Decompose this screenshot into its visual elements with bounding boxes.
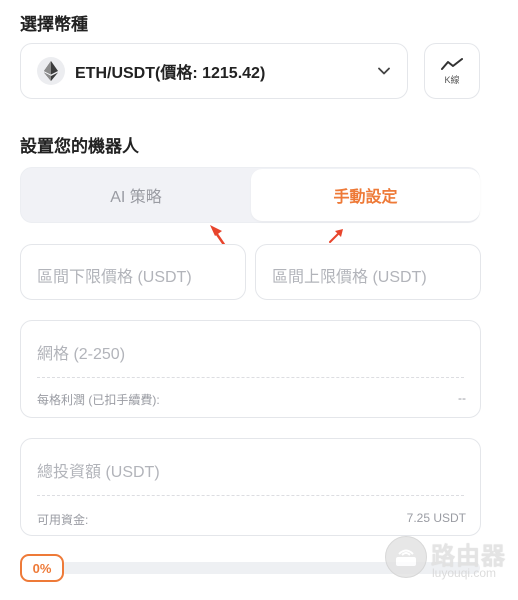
kline-button[interactable]: K線 [424,43,480,99]
available-funds-label: 可用資金: [37,513,89,527]
total-investment-placeholder: 總投資額 (USDT) [37,464,160,481]
upper-price-placeholder: 區間上限價格 (USDT) [272,269,427,286]
profit-per-grid-value: -- [458,391,466,405]
eth-icon [37,57,65,85]
grid-count-placeholder: 網格 (2-250) [37,346,126,363]
profit-per-grid-label: 每格利潤 (已扣手續費): [37,393,160,407]
lower-price-input[interactable]: 區間下限價格 (USDT) [20,244,246,300]
upper-price-input[interactable]: 區間上限價格 (USDT) [255,244,481,300]
grid-count-input[interactable]: 網格 (2-250) 每格利潤 (已扣手續費): -- [20,320,481,418]
available-funds-value: 7.25 USDT [406,511,466,525]
total-investment-input[interactable]: 總投資額 (USDT) 可用資金: 7.25 USDT [20,438,481,536]
tab-manual-setting[interactable]: 手動設定 [251,169,480,221]
strategy-tabs: AI 策略 手動設定 [20,167,480,223]
lower-price-placeholder: 區間下限價格 (USDT) [37,269,192,286]
chevron-down-icon [378,67,390,75]
annotation-arrow-small-icon [329,229,343,243]
divider [37,377,464,378]
router-icon [385,536,427,578]
line-chart-icon [441,57,463,70]
coin-select-dropdown[interactable]: ETH/USDT(價格: 1215.42) [20,43,408,99]
coin-section-title: 選擇幣種 [20,15,88,34]
allocation-percent-handle[interactable]: 0% [20,554,64,582]
watermark-text-en: luyouqi.com [432,566,497,580]
coin-select-value: ETH/USDT(價格: 1215.42) [75,65,266,82]
divider [37,495,464,496]
tab-ai-strategy[interactable]: AI 策略 [21,168,251,222]
kline-label: K線 [444,74,460,85]
bot-section-title: 設置您的機器人 [20,137,139,156]
watermark-logo: 路由器 luyouqi.com [385,532,510,584]
